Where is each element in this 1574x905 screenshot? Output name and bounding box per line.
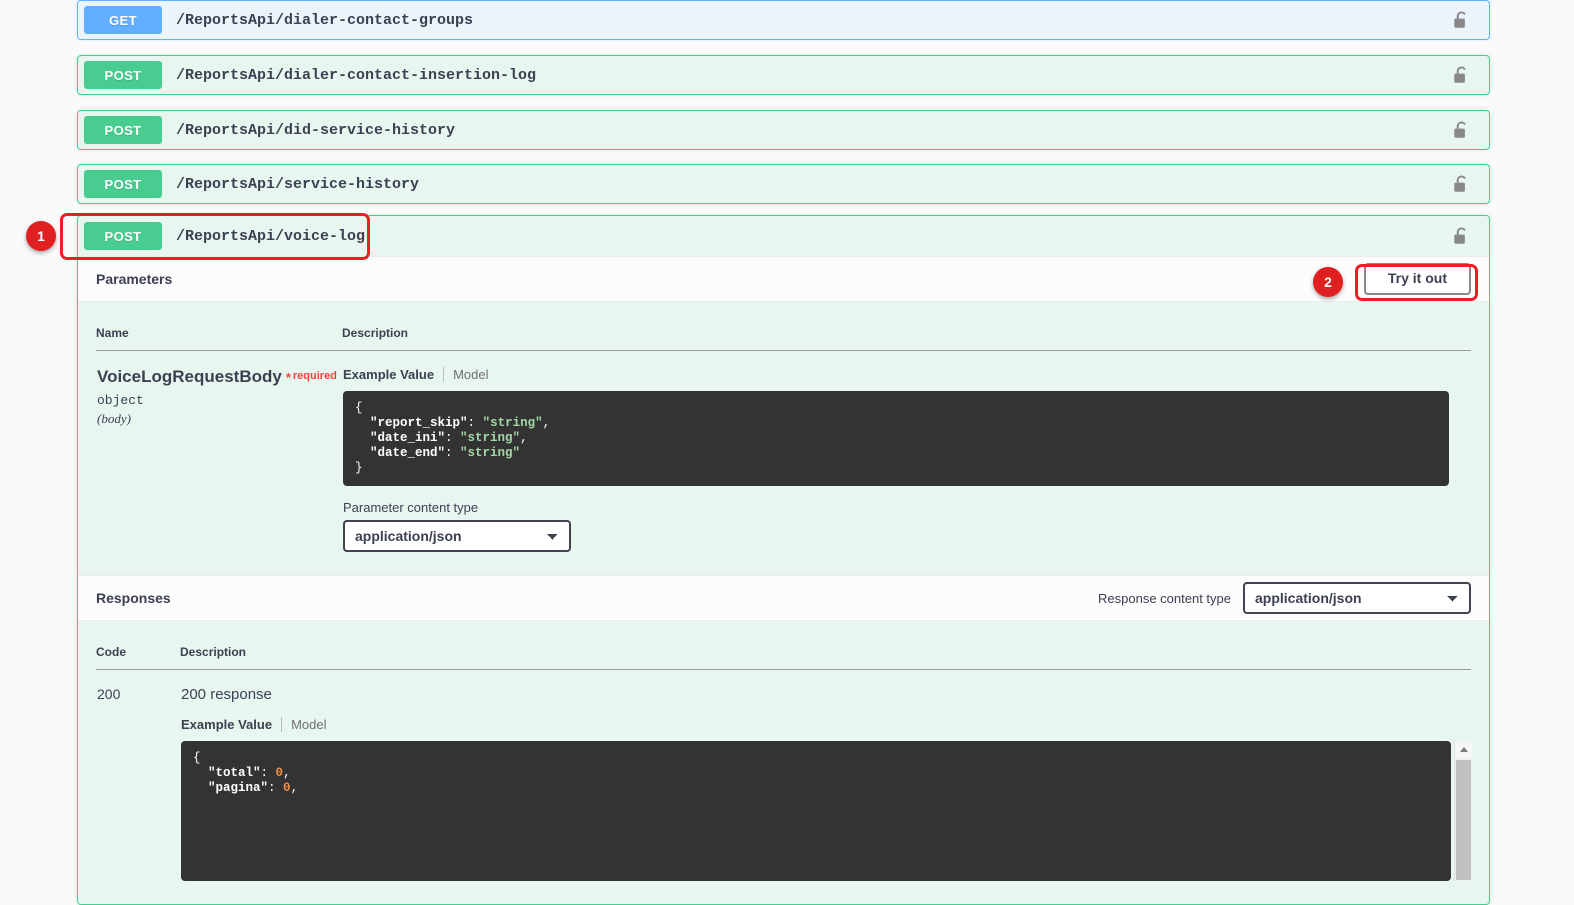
annotation-badge-1: 1 xyxy=(26,221,56,251)
json-key-total: "total" xyxy=(208,766,261,780)
unlocked-padlock-icon[interactable] xyxy=(1452,10,1471,31)
json-value-date-end: "string" xyxy=(460,446,521,460)
operation-row-service-history[interactable]: POST /ReportsApi/service-history xyxy=(77,164,1490,204)
unlocked-padlock-icon[interactable] xyxy=(1452,226,1471,247)
operation-row-voice-log[interactable]: POST /ReportsApi/voice-log xyxy=(78,216,1489,256)
parameter-name-cell: VoiceLogRequestBody * required object (bod… xyxy=(96,351,342,554)
tab-model[interactable]: Model xyxy=(444,367,497,382)
tab-example-value[interactable]: Example Value xyxy=(181,717,281,732)
method-badge-post: POST xyxy=(84,61,162,89)
parameters-header-band: Parameters Try it out xyxy=(78,256,1489,302)
json-key-report-skip: "report_skip" xyxy=(370,416,468,430)
json-key-pagina: "pagina" xyxy=(208,781,269,795)
parameter-description-cell: Example Value Model { "report_skip": "st… xyxy=(342,351,1471,554)
required-star: * xyxy=(285,370,291,385)
unlocked-padlock-icon[interactable] xyxy=(1452,65,1471,86)
unlocked-padlock-icon[interactable] xyxy=(1452,120,1471,141)
triangle-up xyxy=(1459,747,1468,752)
responses-table: Code Description 200 200 response Exampl… xyxy=(96,639,1472,883)
parameter-content-type-label: Parameter content type xyxy=(343,500,479,515)
column-header-name: Name xyxy=(96,320,342,351)
response-code: 200 xyxy=(97,686,121,702)
operation-path: /ReportsApi/did-service-history xyxy=(176,121,456,139)
json-brace-close: } xyxy=(355,461,363,475)
responses-header-band: Responses Response content type applicat… xyxy=(78,575,1489,621)
method-badge-get: GET xyxy=(84,6,162,34)
column-header-description: Description xyxy=(180,639,1471,670)
json-brace-open: { xyxy=(193,751,201,765)
parameters-body: Name Description VoiceLogRequestBody * req… xyxy=(78,302,1489,575)
example-model-tabs: Example Value Model xyxy=(343,367,1470,382)
parameter-location: (body) xyxy=(97,411,131,426)
method-badge-post: POST xyxy=(84,170,162,198)
response-description: 200 response xyxy=(181,686,272,703)
tab-model[interactable]: Model xyxy=(282,717,335,732)
operation-row-did-service-history[interactable]: POST /ReportsApi/did-service-history xyxy=(77,110,1490,150)
code-block-scrollbar[interactable] xyxy=(1454,741,1472,881)
parameter-name: VoiceLogRequestBody xyxy=(97,367,282,386)
unlocked-padlock-icon[interactable] xyxy=(1452,174,1471,195)
parameters-title: Parameters xyxy=(96,271,173,287)
try-it-out-button[interactable]: Try it out xyxy=(1363,263,1471,295)
json-key-date-end: "date_end" xyxy=(370,446,446,460)
chevron-up-icon[interactable] xyxy=(1455,741,1472,758)
responses-title: Responses xyxy=(96,590,171,606)
scrollbar-thumb[interactable] xyxy=(1456,760,1471,880)
response-example-code-block: { "total": 0, "pagina": 0, xyxy=(181,741,1451,881)
parameter-name-line: VoiceLogRequestBody * required xyxy=(97,367,341,387)
swagger-ui-page: GET /ReportsApi/dialer-contact-groups PO… xyxy=(0,0,1574,905)
response-content-type-group: Response content type application/json xyxy=(1098,582,1471,614)
parameters-table-header-row: Name Description xyxy=(96,320,1471,351)
example-model-tabs: Example Value Model xyxy=(181,717,1470,732)
operation-block-voice-log: POST /ReportsApi/voice-log Parameters Tr… xyxy=(77,215,1490,905)
column-header-code: Code xyxy=(96,639,180,670)
response-example-shell: { "total": 0, "pagina": 0, xyxy=(181,741,1472,881)
method-badge-post: POST xyxy=(84,222,162,250)
operation-path: /ReportsApi/service-history xyxy=(176,175,420,193)
responses-table-header-row: Code Description xyxy=(96,639,1471,670)
operation-path: /ReportsApi/voice-log xyxy=(176,227,366,245)
response-description-cell: 200 response Example Value Model { "tota… xyxy=(180,670,1472,883)
json-value-report-skip: "string" xyxy=(482,416,543,430)
required-label: required xyxy=(292,370,337,382)
tab-example-value[interactable]: Example Value xyxy=(343,367,443,382)
response-content-type-label: Response content type xyxy=(1098,590,1231,606)
column-header-description: Description xyxy=(342,320,1471,351)
table-row: VoiceLogRequestBody * required object (bod… xyxy=(96,351,1471,554)
parameter-content-type-select[interactable]: application/json xyxy=(343,520,571,552)
operation-path: /ReportsApi/dialer-contact-insertion-log xyxy=(176,66,537,84)
json-value-pagina: 0 xyxy=(283,781,291,795)
json-value-total: 0 xyxy=(275,766,284,780)
parameter-example-code-block: { "report_skip": "string", "date_ini": "… xyxy=(343,391,1449,486)
method-badge-post: POST xyxy=(84,116,162,144)
responses-body: Code Description 200 200 response Exampl… xyxy=(78,621,1489,904)
json-key-date-ini: "date_ini" xyxy=(370,431,446,445)
table-row: 200 200 response Example Value Model { "… xyxy=(96,670,1472,883)
response-code-cell: 200 xyxy=(96,670,180,883)
operation-row-dialer-contact-insertion-log[interactable]: POST /ReportsApi/dialer-contact-insertio… xyxy=(77,55,1490,95)
response-content-type-select[interactable]: application/json xyxy=(1243,582,1471,614)
operation-path: /ReportsApi/dialer-contact-groups xyxy=(176,11,474,29)
json-brace-open: { xyxy=(355,401,363,415)
parameter-type: object xyxy=(97,393,144,408)
json-value-date-ini: "string" xyxy=(460,431,521,445)
operation-row-dialer-contact-groups[interactable]: GET /ReportsApi/dialer-contact-groups xyxy=(77,0,1490,40)
parameters-table: Name Description VoiceLogRequestBody * req… xyxy=(96,320,1471,553)
